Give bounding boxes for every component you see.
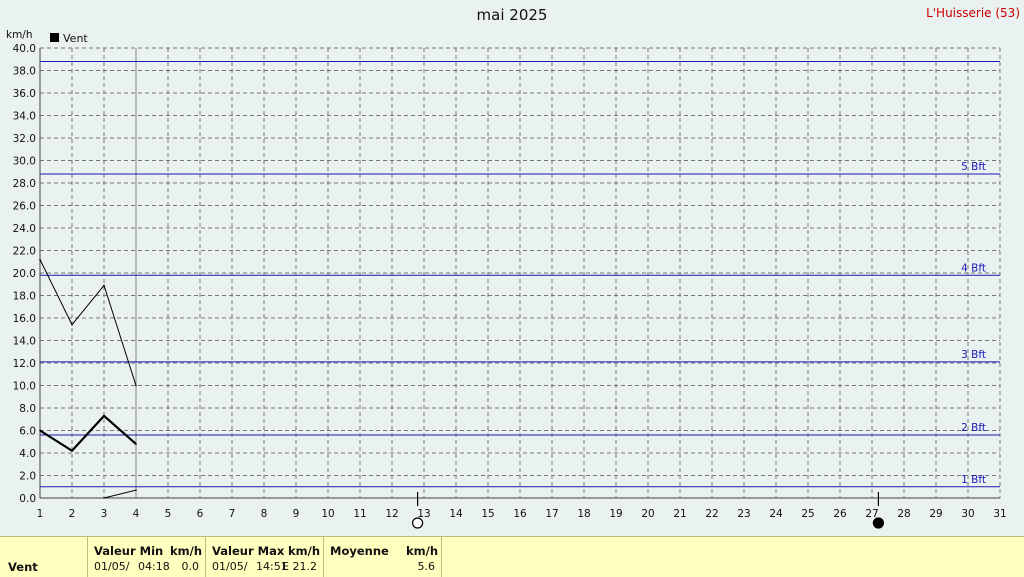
y-tick-label: 4.0 [19,448,36,460]
stats-max-header: Valeur Max [212,544,285,558]
stats-max-cell: Valeur Max km/h 01/05/ 14:51 E 21.2 [206,537,324,577]
beaufort-label: 5 Bft [961,161,986,173]
y-tick-label: 28.0 [13,178,36,190]
series-max-point [103,284,105,287]
y-tick-label: 34.0 [13,111,36,123]
y-tick-label: 40.0 [13,43,36,55]
series-min-point [103,497,105,499]
x-tick-label: 19 [609,508,622,520]
x-tick-label: 29 [929,508,942,520]
x-tick-label: 23 [737,508,750,520]
x-tick-label: 26 [833,508,847,520]
y-tick-label: 22.0 [13,246,36,258]
stats-max-value: E 21.2 [282,560,317,573]
series-mean-point [71,449,73,452]
x-tick-label: 21 [673,508,686,520]
stats-min-value: 0.0 [181,560,200,573]
x-tick-label: 16 [513,508,527,520]
x-tick-label: 8 [261,508,268,520]
legend-swatch [50,33,59,42]
wind-chart: 1 Bft2 Bft3 Bft4 Bft5 Bft 1 2 3 4 5 6 7 8 9 10 11 1… [6,29,1007,529]
x-tick-label: 31 [993,508,1006,520]
x-tick-label: 11 [353,508,366,520]
x-tick-label: 6 [197,508,204,520]
y-tick-label: 18.0 [13,291,36,303]
beaufort-label: 4 Bft [961,262,986,274]
full-moon-icon [412,517,424,529]
x-tick-label: 1 [37,508,44,520]
series-mean-point [135,443,137,445]
y-tick-label: 6.0 [19,426,36,438]
x-tick-label: 24 [769,508,783,520]
stats-row-label-cell: Vent [0,537,88,577]
legend-label: Vent [63,32,88,45]
series-min-point [135,489,137,491]
x-tick-label: 25 [801,508,814,520]
stats-min-header: Valeur Min [94,544,164,558]
chart-legend: Vent [50,32,88,45]
x-tick-label: 5 [165,508,172,520]
x-tick-label: 12 [385,508,398,520]
stats-table: Vent Valeur Min km/h 01/05/ 04:18 0.0 Va… [0,536,1024,577]
series-mean-point [103,415,105,417]
y-axis-unit: km/h [6,29,33,41]
y-tick-label: 36.0 [13,88,36,100]
stats-row-label: Vent [8,560,38,574]
y-tick-label: 32.0 [13,133,36,145]
beaufort-label: 2 Bft [961,422,986,434]
stats-min-cell: Valeur Min km/h 01/05/ 04:18 0.0 [88,537,206,577]
x-tick-label: 9 [293,508,300,520]
x-tick-label: 17 [545,508,558,520]
y-tick-label: 0.0 [19,493,36,505]
y-tick-label: 2.0 [19,471,36,483]
x-tick-label: 15 [481,508,494,520]
series-mean-point [39,429,41,432]
y-tick-label: 10.0 [13,381,36,393]
x-tick-label: 14 [449,508,463,520]
y-tick-label: 38.0 [13,66,36,78]
x-tick-label: 7 [229,508,236,520]
x-tick-label: 28 [897,508,910,520]
y-tick-label: 26.0 [13,201,36,213]
x-tick-label: 22 [705,508,718,520]
x-tick-label: 18 [577,508,590,520]
x-tick-label: 2 [69,508,76,520]
new-moon-icon [872,517,885,529]
stats-mean-header: Moyenne [330,544,389,558]
series-max-point [71,323,73,326]
y-tick-label: 14.0 [13,336,36,348]
stats-mean-value: 5.6 [417,560,436,573]
stats-max-unit: km/h [288,544,321,558]
stats-mean-unit: km/h [406,544,439,558]
x-tick-label: 30 [961,508,974,520]
y-tick-label: 24.0 [13,223,36,235]
x-tick-label: 20 [641,508,654,520]
y-tick-label: 20.0 [13,268,36,280]
stats-max-date: 01/05/ [212,560,248,573]
y-tick-label: 30.0 [13,156,36,168]
beaufort-label: 1 Bft [961,474,986,486]
y-tick-label: 12.0 [13,358,36,370]
stats-min-date: 01/05/ [94,560,130,573]
chart-grid [39,47,1001,499]
y-tick-label: 16.0 [13,313,36,325]
stats-min-time: 04:18 [138,560,170,573]
x-tick-label: 10 [321,508,334,520]
stats-min-unit: km/h [170,544,203,558]
series-max-point [39,258,41,261]
beaufort-label: 3 Bft [961,349,986,361]
x-tick-label: 3 [101,508,108,520]
x-tick-label: 4 [133,508,140,520]
series-max-point [135,384,137,387]
y-tick-label: 8.0 [19,403,36,415]
stats-mean-cell: Moyenne km/h 5.6 [324,537,442,577]
